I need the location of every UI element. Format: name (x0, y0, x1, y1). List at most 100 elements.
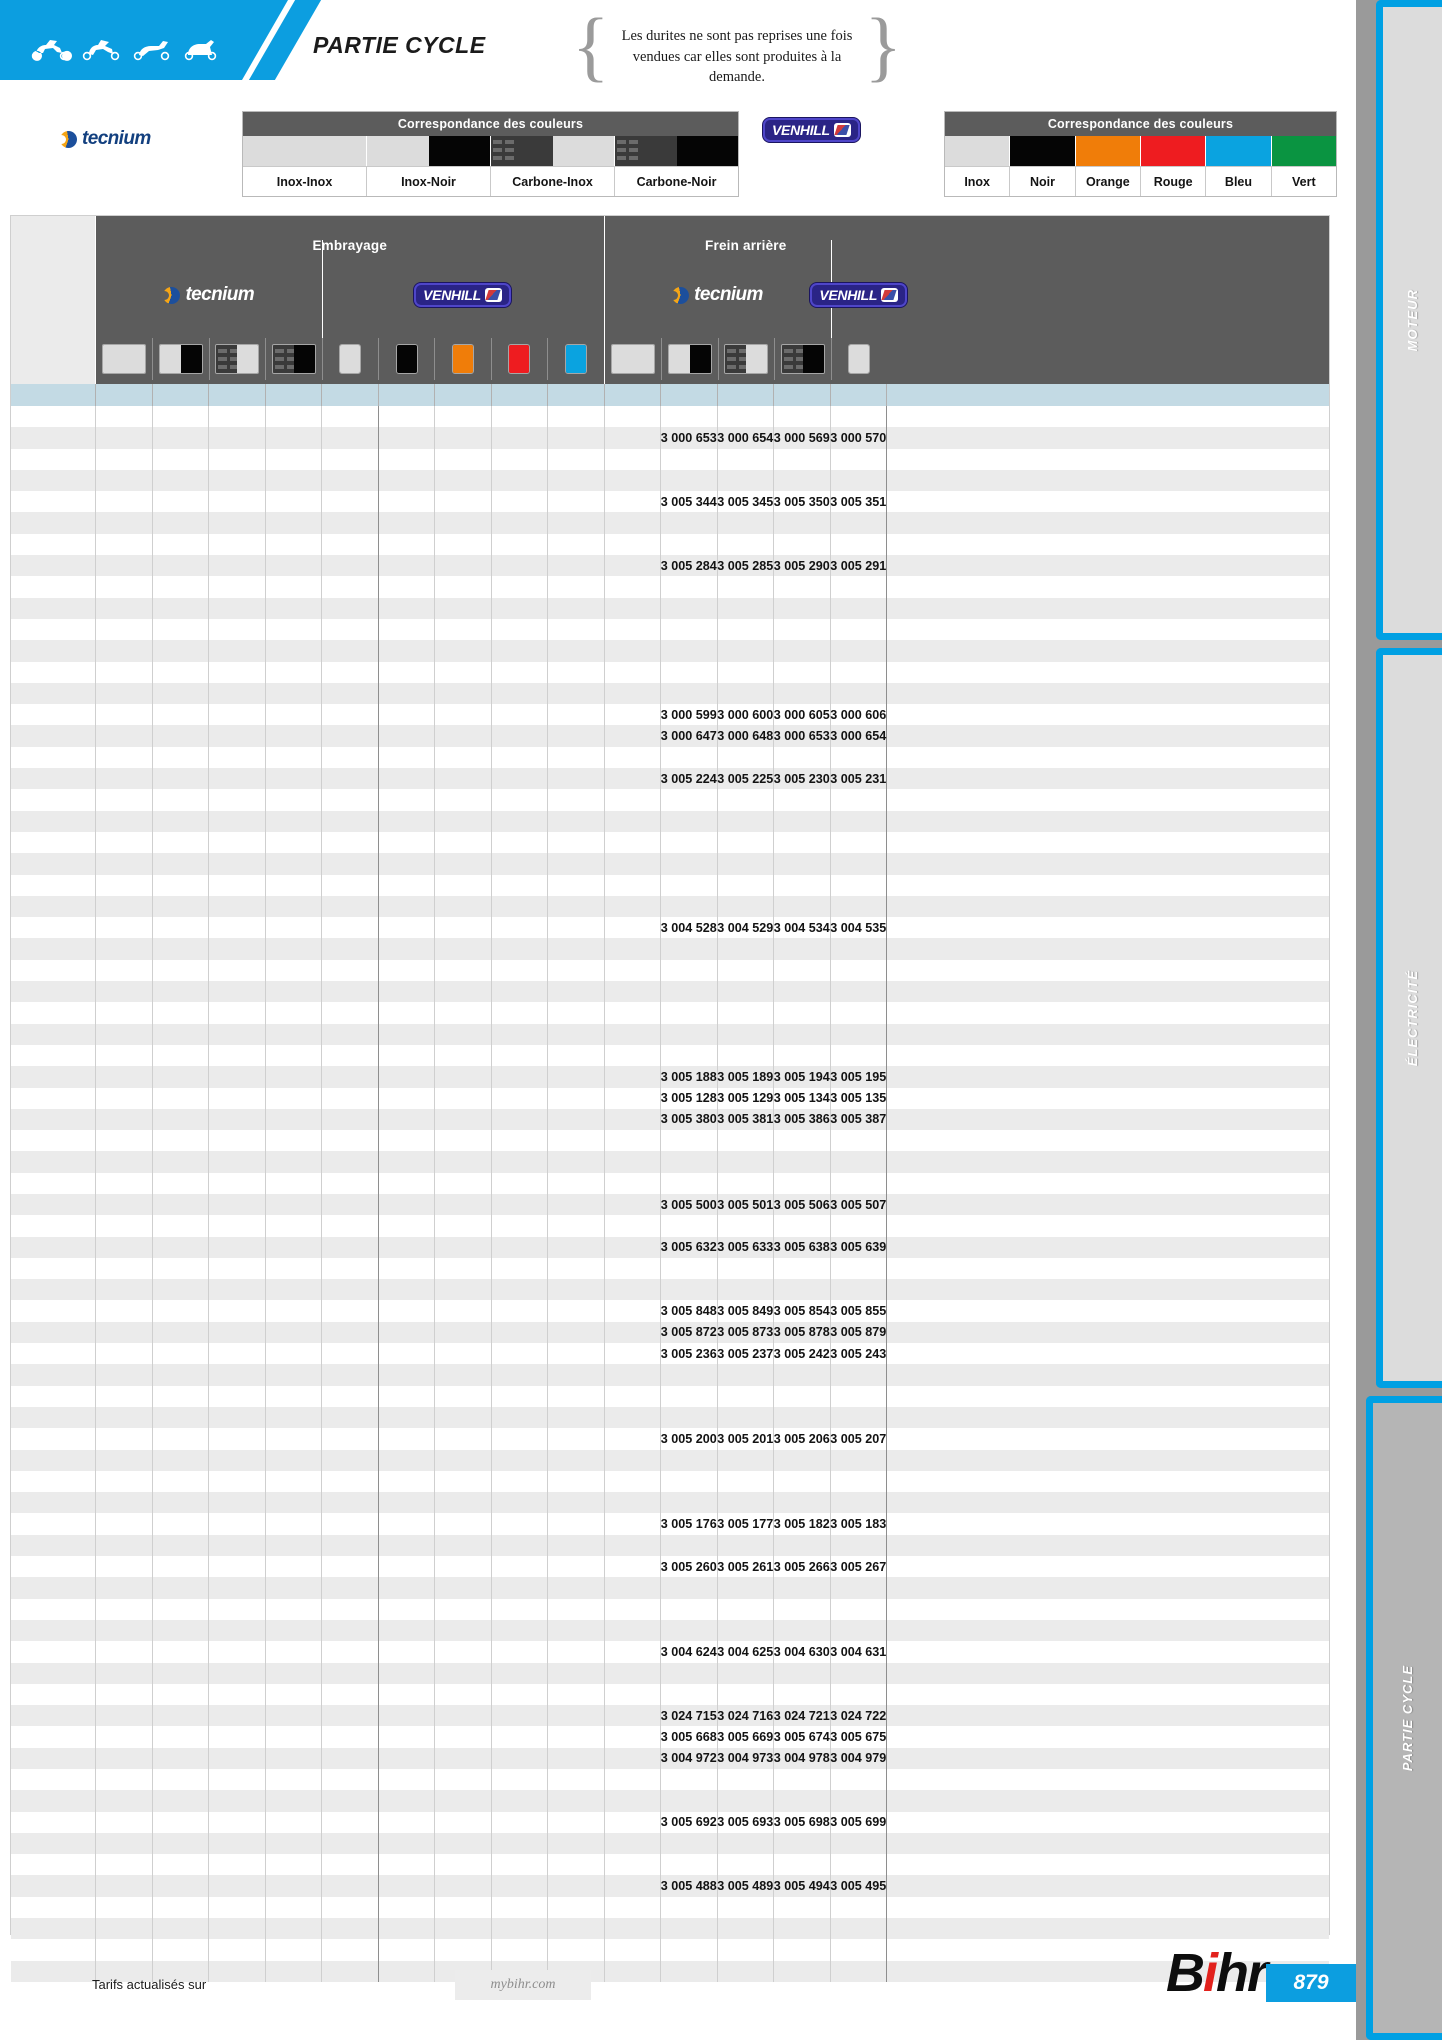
empty-cell (548, 1215, 605, 1237)
empty-cell (718, 1854, 774, 1876)
empty-cell (605, 1087, 661, 1109)
empty-cell (379, 1513, 435, 1535)
empty-cell (96, 512, 153, 534)
empty-cell (548, 1257, 605, 1280)
empty-cell (492, 640, 548, 662)
empty-cell (605, 1875, 661, 1897)
empty-cell (548, 917, 605, 939)
subhead-cell (831, 384, 887, 406)
empty-cell (548, 1598, 605, 1620)
empty-cell (605, 427, 661, 449)
part-reference-cell: 3 000 653 (661, 427, 718, 449)
empty-cell (548, 1769, 605, 1791)
row-model-cell (11, 1449, 96, 1471)
empty-cell (548, 406, 605, 428)
empty-cell (774, 406, 831, 428)
row-model-cell (11, 746, 96, 769)
empty-cell (96, 1726, 153, 1748)
sidebar-tab-partie-cycle[interactable]: PARTIE CYCLE (1366, 1396, 1442, 2040)
empty-cell (153, 1428, 209, 1450)
empty-cell (605, 1918, 661, 1940)
empty-cell (605, 1321, 661, 1344)
table-row (11, 1215, 1329, 1237)
empty-cell (492, 1257, 548, 1280)
empty-cell (266, 725, 322, 747)
empty-cell (266, 1598, 322, 1620)
empty-cell (718, 1279, 774, 1301)
table-row (11, 874, 1329, 896)
empty-cell (322, 1321, 379, 1344)
empty-cell (379, 1790, 435, 1812)
empty-cell (774, 448, 831, 470)
empty-cell (153, 895, 209, 918)
empty-cell (718, 1577, 774, 1599)
empty-cell (718, 1172, 774, 1194)
part-reference-cell: 3 005 878 (774, 1321, 831, 1344)
empty-cell (718, 1002, 774, 1024)
empty-cell (322, 1023, 379, 1045)
empty-cell (435, 1343, 492, 1365)
part-reference-cell: 3 000 654 (830, 725, 887, 747)
empty-cell (266, 1385, 322, 1407)
empty-cell (492, 1769, 548, 1791)
empty-cell (379, 533, 435, 556)
empty-cell (605, 1534, 661, 1557)
empty-cell (96, 1130, 153, 1152)
empty-cell (548, 1875, 605, 1897)
empty-cell (605, 1811, 661, 1833)
empty-cell (605, 810, 661, 832)
empty-cell (379, 1875, 435, 1897)
empty-cell (718, 1151, 774, 1173)
empty-cell (379, 1726, 435, 1748)
page-number: 879 (1266, 1964, 1356, 2002)
row-model-cell (11, 1385, 96, 1407)
swatch-half-inox (103, 345, 125, 373)
empty-cell (153, 1023, 209, 1045)
empty-cell (605, 1279, 661, 1301)
empty-cell (209, 1811, 266, 1833)
empty-cell (209, 1172, 266, 1194)
table-header: Embrayage tecnium VENHILL Frein arrière tecn… (11, 216, 1329, 384)
row-model-cell (11, 1832, 96, 1855)
sidebar-tab-moteur[interactable]: MOTEUR (1376, 0, 1442, 640)
empty-cell (322, 427, 379, 449)
swatch-half-inox (668, 345, 690, 373)
empty-cell (548, 1662, 605, 1684)
empty-cell (492, 1044, 548, 1067)
empty-cell (379, 448, 435, 470)
empty-cell (605, 1364, 661, 1386)
part-reference-cell: 3 005 848 (661, 1300, 718, 1322)
empty-cell (153, 981, 209, 1003)
empty-cell (379, 682, 435, 705)
sidebar-tab-moteur-label: MOTEUR (1405, 288, 1420, 352)
empty-cell (831, 1449, 887, 1471)
row-model-cell (11, 1939, 96, 1961)
sidebar-tab-electricite[interactable]: ÉLECTRICITÉ (1376, 648, 1442, 1388)
empty-cell (209, 1151, 266, 1173)
empty-cell (831, 597, 887, 619)
website-url[interactable]: mybihr.com (455, 1970, 591, 2000)
part-reference-cell: 3 000 569 (774, 427, 831, 449)
table-subheader-band (11, 384, 1329, 406)
empty-cell (831, 1918, 887, 1940)
swatch-half-noir (181, 345, 203, 373)
empty-cell (435, 1236, 492, 1258)
empty-cell (379, 406, 435, 428)
empty-cell (209, 1960, 266, 1982)
empty-cell (831, 789, 887, 811)
empty-cell (661, 1854, 718, 1876)
empty-cell (96, 1747, 153, 1769)
table-row: 3 005 380 3 005 381 3 005 386 3 005 387 (11, 1108, 1329, 1131)
part-reference-cell: 3 005 669 (717, 1726, 774, 1748)
empty-cell (322, 1193, 379, 1216)
part-reference-cell: 3 004 625 (717, 1641, 774, 1663)
empty-cell (266, 1683, 322, 1706)
corr-label-noir: Noir (1010, 167, 1076, 196)
empty-cell (492, 810, 548, 832)
color-swatch-inox-noir (159, 344, 204, 374)
empty-cell (435, 1683, 492, 1706)
row-model-cell (11, 1513, 96, 1535)
tecnium-wordmark: tecnium (694, 284, 763, 305)
empty-cell (492, 938, 548, 960)
empty-cell (548, 1236, 605, 1258)
